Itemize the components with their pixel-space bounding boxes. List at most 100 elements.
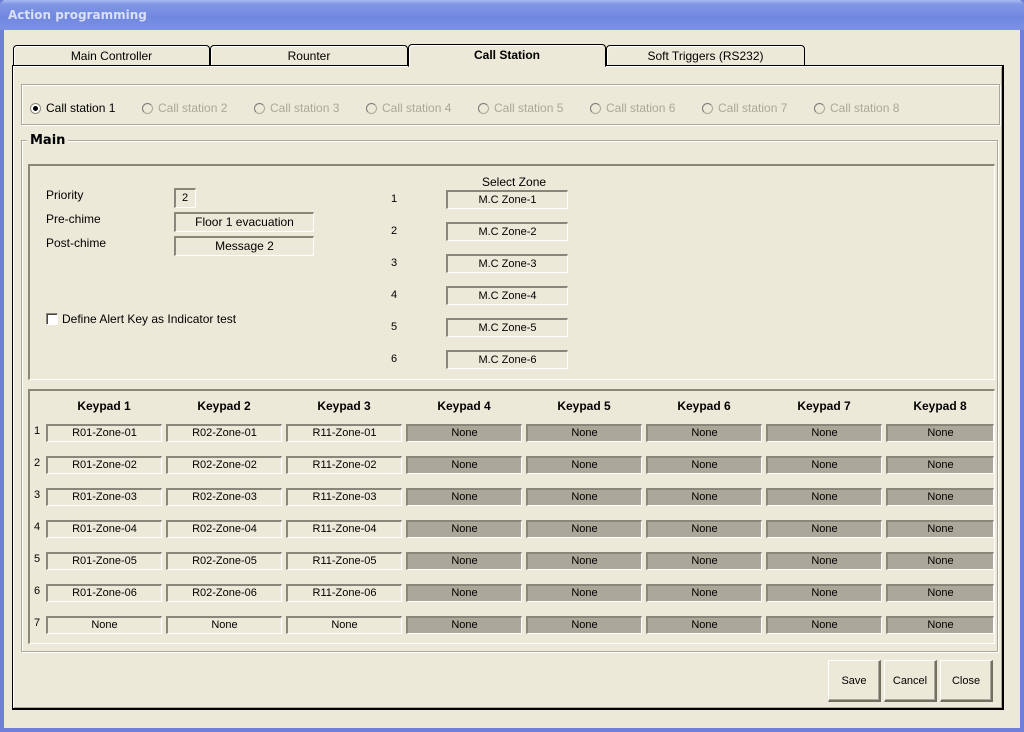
keypad-cell: None xyxy=(646,552,762,570)
keypad-cell: None xyxy=(766,616,882,634)
save-button[interactable]: Save xyxy=(828,660,881,702)
keypad-cell: None xyxy=(886,456,994,474)
call-station-label: Call station 2 xyxy=(158,101,228,115)
call-station-radio-4: Call station 4 xyxy=(366,101,451,115)
priority-label: Priority xyxy=(46,188,84,202)
keypad-row-number: 4 xyxy=(34,521,41,533)
keypad-header-4: Keypad 4 xyxy=(437,399,491,413)
keypad-cell: None xyxy=(526,616,642,634)
keypad-cell: None xyxy=(526,424,642,442)
zone-select-field[interactable]: M.C Zone-5 xyxy=(446,318,568,337)
keypad-cell[interactable]: R01-Zone-03 xyxy=(46,488,162,506)
title-bar[interactable]: Action programming xyxy=(0,0,1024,30)
keypad-header-8: Keypad 8 xyxy=(913,399,967,413)
keypad-cell: None xyxy=(886,424,994,442)
keypad-cell: None xyxy=(526,552,642,570)
keypad-cell: None xyxy=(766,552,882,570)
keypad-cell[interactable]: R02-Zone-01 xyxy=(166,424,282,442)
tab-call-station[interactable]: Call Station xyxy=(408,44,606,67)
radio-circle-icon xyxy=(702,102,713,114)
keypad-cell: None xyxy=(766,424,882,442)
call-station-radio-6: Call station 6 xyxy=(590,101,675,115)
call-station-radio-5: Call station 5 xyxy=(478,101,563,115)
keypad-cell[interactable]: R11-Zone-06 xyxy=(286,584,402,602)
keypad-cell[interactable]: R02-Zone-06 xyxy=(166,584,282,602)
call-station-label: Call station 5 xyxy=(494,101,564,115)
keypad-cell[interactable]: R02-Zone-03 xyxy=(166,488,282,506)
keypad-header-6: Keypad 6 xyxy=(677,399,731,413)
close-button[interactable]: Close xyxy=(940,660,993,702)
keypad-cell[interactable]: R02-Zone-02 xyxy=(166,456,282,474)
tab-soft-triggers[interactable]: Soft Triggers (RS232) xyxy=(606,45,805,66)
call-station-label: Call station 8 xyxy=(830,101,900,115)
zone-select-field[interactable]: M.C Zone-6 xyxy=(446,350,568,369)
keypad-cell[interactable]: R01-Zone-02 xyxy=(46,456,162,474)
keypad-cell: None xyxy=(766,456,882,474)
call-station-label: Call station 1 xyxy=(46,101,116,115)
call-station-label: Call station 4 xyxy=(382,101,452,115)
zone-select-field[interactable]: M.C Zone-3 xyxy=(446,254,568,273)
radio-circle-icon xyxy=(142,102,153,114)
keypad-cell: None xyxy=(526,584,642,602)
keypad-cell[interactable]: R11-Zone-01 xyxy=(286,424,402,442)
tab-rounter[interactable]: Rounter xyxy=(210,45,408,66)
zone-number: 1 xyxy=(391,193,398,205)
tab-main-controller[interactable]: Main Controller xyxy=(13,45,210,66)
postchime-label: Post-chime xyxy=(46,236,107,250)
keypad-cell: None xyxy=(646,584,762,602)
postchime-field[interactable]: Message 2 xyxy=(174,236,314,256)
keypad-cell: None xyxy=(406,456,522,474)
alert-key-label: Define Alert Key as Indicator test xyxy=(62,312,237,326)
keypad-header-2: Keypad 2 xyxy=(197,399,251,413)
call-station-radio-7: Call station 7 xyxy=(702,101,787,115)
keypad-cell[interactable]: R01-Zone-04 xyxy=(46,520,162,538)
radio-circle-icon xyxy=(590,102,601,114)
keypad-cell[interactable]: R11-Zone-02 xyxy=(286,456,402,474)
window-title: Action programming xyxy=(8,8,147,22)
priority-field[interactable]: 2 xyxy=(174,188,196,208)
keypad-header-1: Keypad 1 xyxy=(77,399,131,413)
keypad-cell: None xyxy=(646,424,762,442)
keypad-cell: None xyxy=(406,584,522,602)
keypad-cell[interactable]: None xyxy=(46,616,162,634)
zone-select-field[interactable]: M.C Zone-2 xyxy=(446,222,568,241)
keypad-cell[interactable]: R11-Zone-04 xyxy=(286,520,402,538)
call-station-label: Call station 3 xyxy=(270,101,340,115)
keypad-cell[interactable]: None xyxy=(286,616,402,634)
zone-select-field[interactable]: M.C Zone-1 xyxy=(446,190,568,209)
keypad-cell: None xyxy=(406,520,522,538)
keypad-cell: None xyxy=(766,584,882,602)
keypad-cell[interactable]: None xyxy=(166,616,282,634)
call-station-label: Call station 7 xyxy=(718,101,788,115)
keypad-cell[interactable]: R02-Zone-04 xyxy=(166,520,282,538)
call-station-radio-8: Call station 8 xyxy=(814,101,899,115)
keypad-cell[interactable]: R01-Zone-06 xyxy=(46,584,162,602)
keypad-cell: None xyxy=(526,488,642,506)
keypad-cell: None xyxy=(406,488,522,506)
keypad-cell[interactable]: R11-Zone-05 xyxy=(286,552,402,570)
call-station-radio-1[interactable]: Call station 1 xyxy=(30,101,115,115)
prechime-label: Pre-chime xyxy=(46,212,101,226)
keypad-header-7: Keypad 7 xyxy=(797,399,851,413)
keypad-cell[interactable]: R01-Zone-05 xyxy=(46,552,162,570)
keypad-cell: None xyxy=(886,488,994,506)
call-station-radio-2: Call station 2 xyxy=(142,101,227,115)
keypad-cell: None xyxy=(526,456,642,474)
keypad-cell[interactable]: R01-Zone-01 xyxy=(46,424,162,442)
radio-circle-icon xyxy=(478,102,489,114)
keypad-cell: None xyxy=(886,552,994,570)
keypad-row-number: 6 xyxy=(34,585,41,597)
call-station-label: Call station 6 xyxy=(606,101,676,115)
prechime-field[interactable]: Floor 1 evacuation xyxy=(174,212,314,232)
keypad-cell[interactable]: R02-Zone-05 xyxy=(166,552,282,570)
cancel-button[interactable]: Cancel xyxy=(884,660,937,702)
alert-key-checkbox[interactable] xyxy=(46,313,58,325)
radio-circle-icon xyxy=(30,102,41,114)
keypad-cell: None xyxy=(766,488,882,506)
keypad-cell[interactable]: R11-Zone-03 xyxy=(286,488,402,506)
radio-circle-icon xyxy=(814,102,825,114)
keypad-header-3: Keypad 3 xyxy=(317,399,371,413)
select-zone-header: Select Zone xyxy=(482,175,547,189)
keypad-cell: None xyxy=(886,520,994,538)
zone-select-field[interactable]: M.C Zone-4 xyxy=(446,286,568,305)
